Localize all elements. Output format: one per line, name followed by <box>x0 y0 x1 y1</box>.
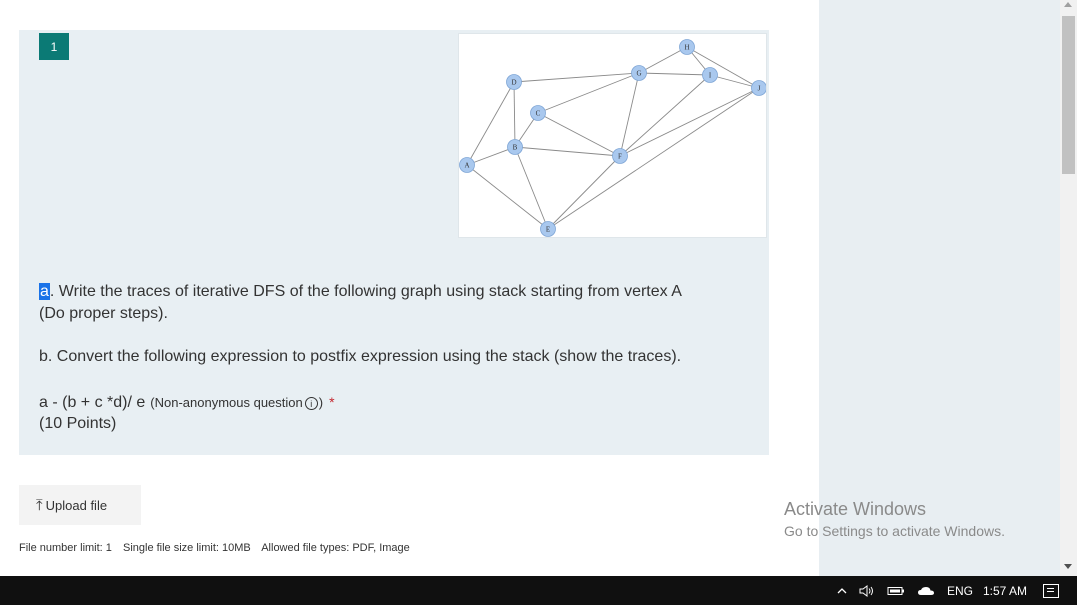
upload-icon: ⤒ <box>36 496 43 514</box>
activate-windows-subtitle: Go to Settings to activate Windows. <box>784 523 1005 539</box>
graph-node-a: A <box>459 157 475 173</box>
question-points: (10 Points) <box>39 415 117 432</box>
notification-icon[interactable] <box>1043 583 1059 598</box>
scroll-up-icon[interactable] <box>1064 2 1072 7</box>
question-expression: a - (b + c *d)/ e <box>39 394 146 411</box>
graph-image: A B C D E F G H I J <box>458 33 767 238</box>
graph-node-b: B <box>507 139 523 155</box>
battery-icon[interactable] <box>887 586 905 596</box>
language-indicator[interactable]: ENG <box>947 584 973 598</box>
graph-node-d-label: D <box>511 79 516 87</box>
upload-file-button[interactable]: ⤒ Upload file <box>19 485 141 525</box>
graph-node-e-label: E <box>546 226 550 234</box>
graph-node-h-label: H <box>684 44 689 52</box>
cloud-icon[interactable] <box>917 586 935 596</box>
graph-node-a-label: A <box>464 162 469 170</box>
info-icon[interactable]: i <box>304 397 318 411</box>
file-types: Allowed file types: PDF, Image <box>261 542 410 554</box>
graph-node-c-label: C <box>536 110 541 118</box>
chevron-up-icon[interactable] <box>837 587 847 594</box>
graph-diagram: A B C D E F G H I J <box>459 39 766 237</box>
question-number-badge: 1 <box>39 33 69 60</box>
graph-node-g-label: G <box>636 70 641 78</box>
file-limits: File number limit: 1 Single file size li… <box>19 542 418 554</box>
scroll-down-icon[interactable] <box>1064 564 1072 569</box>
clock[interactable]: 1:57 AM <box>983 584 1027 598</box>
graph-node-d: D <box>506 74 522 90</box>
file-number-limit: File number limit: 1 <box>19 542 112 554</box>
graph-node-i: I <box>702 67 718 83</box>
graph-node-e: E <box>540 221 556 237</box>
scrollbar-thumb[interactable] <box>1062 16 1075 174</box>
required-mark: * <box>329 394 335 410</box>
graph-node-c: C <box>530 105 546 121</box>
speaker-icon[interactable] <box>859 584 875 597</box>
graph-node-g: G <box>631 65 647 81</box>
upload-file-label: Upload file <box>45 497 108 513</box>
question-part-b: b. Convert the following expression to p… <box>39 348 682 365</box>
graph-node-b-label: B <box>513 144 518 152</box>
system-tray: ENG 1:57 AM <box>831 576 1077 605</box>
question-part-a-text: . Write the traces of iterative DFS of t… <box>49 283 682 300</box>
question-meta-prefix: (Non-anonymous question <box>150 395 303 410</box>
selected-text-a[interactable]: a <box>39 283 50 300</box>
question-meta: (Non-anonymous question i) <box>150 395 324 411</box>
question-part-a-line2: (Do proper steps). <box>39 305 168 322</box>
graph-node-f-label: F <box>618 153 622 161</box>
question-card: 1 A B C D E F G H I J a. Write the trace… <box>19 30 769 455</box>
activate-windows-title: Activate Windows <box>784 499 927 519</box>
question-part-a: a. Write the traces of iterative DFS of … <box>39 283 682 301</box>
right-panel <box>819 0 1060 576</box>
graph-node-f: F <box>612 148 628 164</box>
file-size-limit: Single file size limit: 10MB <box>122 542 251 554</box>
graph-nodes: A B C D E F G H I J <box>459 39 766 237</box>
question-meta-suffix: ) <box>318 395 324 410</box>
form-page: 1 A B C D E F G H I J a. Write the trace… <box>0 0 819 576</box>
taskbar: ENG 1:57 AM <box>0 576 1077 605</box>
graph-node-j: J <box>751 80 766 96</box>
graph-node-j-label: J <box>758 85 761 93</box>
graph-node-h: H <box>679 39 695 55</box>
question-expression-row: a - (b + c *d)/ e (Non-anonymous questio… <box>39 394 335 412</box>
